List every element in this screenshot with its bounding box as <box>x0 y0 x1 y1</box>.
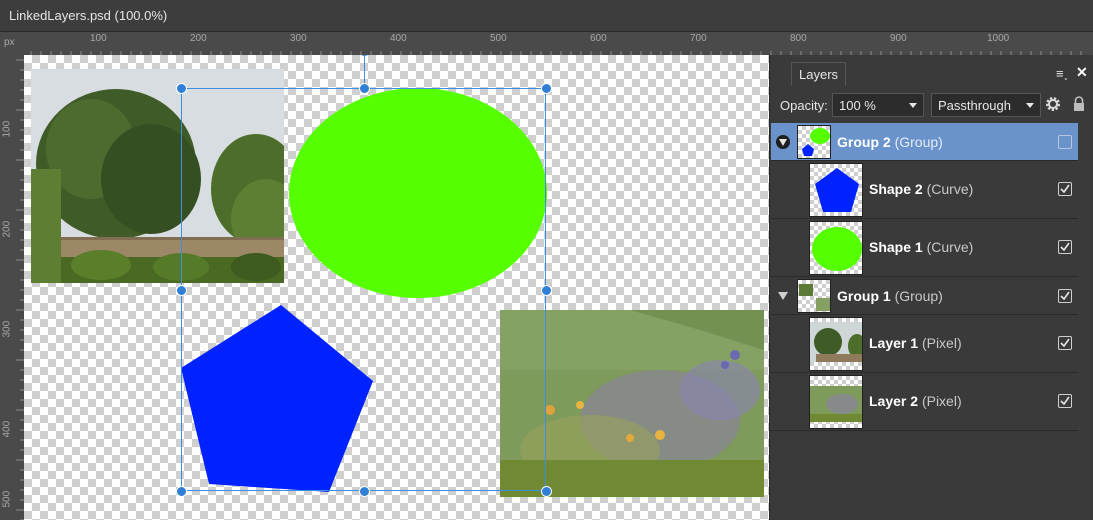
ruler-label: 400 <box>390 33 407 44</box>
selection-bounding-box[interactable] <box>181 88 546 491</box>
ruler-label: 200 <box>190 33 207 44</box>
handle-top-center[interactable] <box>359 83 370 94</box>
vertical-ruler[interactable]: 100 200 300 400 500 <box>0 55 24 520</box>
handle-top-right[interactable] <box>541 83 552 94</box>
layer-row-shape-1[interactable]: Shape 1 (Curve) <box>771 219 1078 277</box>
gear-icon[interactable] <box>1044 95 1062 113</box>
layer-name: Group 1 (Group) <box>837 288 943 304</box>
expand-triangle-icon[interactable] <box>776 135 790 149</box>
layer-name: Group 2 (Group) <box>837 134 943 150</box>
ruler-label: 700 <box>690 33 707 44</box>
visibility-checkbox[interactable] <box>1058 135 1072 149</box>
tab-layers[interactable]: Layers <box>791 62 847 86</box>
chevron-down-icon <box>909 103 917 108</box>
layer-row-layer-2[interactable]: Layer 2 (Pixel) <box>771 373 1078 431</box>
layer-name: Shape 1 (Curve) <box>869 239 973 255</box>
layer-name: Layer 1 (Pixel) <box>869 335 962 351</box>
group-1-thumbnail-image <box>799 284 830 311</box>
checkmark-icon <box>1060 242 1070 252</box>
opacity-dropdown[interactable]: 100 % <box>832 93 924 117</box>
layer-thumbnail <box>797 279 831 313</box>
visibility-checkbox[interactable] <box>1058 182 1072 196</box>
shape-1-thumbnail-image <box>812 227 862 271</box>
checkmark-icon <box>1060 338 1070 348</box>
layer-name-text: Layer 2 <box>869 393 919 409</box>
layer-row-group-2[interactable]: Group 2 (Group) <box>771 123 1078 161</box>
ruler-label: 500 <box>490 33 507 44</box>
ruler-unit: px <box>4 37 15 48</box>
layer-name: Shape 2 (Curve) <box>869 181 973 197</box>
horizontal-ruler[interactable]: 100 200 300 400 500 600 700 800 900 1000 <box>24 32 1093 55</box>
ruler-label: 400 <box>1 420 13 438</box>
expand-triangle-icon[interactable] <box>776 289 790 303</box>
layer-2-thumbnail-image <box>810 386 862 422</box>
handle-middle-left[interactable] <box>176 285 187 296</box>
layer-name: Layer 2 (Pixel) <box>869 393 962 409</box>
layer-type-text: (Group) <box>894 288 943 304</box>
group-2-thumbnail-image <box>802 128 830 156</box>
layer-name-text: Shape 2 <box>869 181 923 197</box>
layer-thumbnail <box>809 317 863 371</box>
layer-name-text: Group 2 <box>837 134 891 150</box>
ruler-label: 100 <box>90 33 107 44</box>
panel-menu-icon[interactable]: ≡˯ <box>1056 66 1068 81</box>
layer-type-text: (Curve) <box>926 239 974 255</box>
layer-type-text: (Pixel) <box>921 393 962 409</box>
handle-bottom-center[interactable] <box>359 486 370 497</box>
close-icon[interactable]: ✕ <box>1076 64 1088 81</box>
shape-2-thumbnail-image <box>815 168 859 212</box>
handle-bottom-right[interactable] <box>541 486 552 497</box>
ruler-label: 1000 <box>987 33 1010 44</box>
layer-row-group-1[interactable]: Group 1 (Group) <box>771 277 1078 315</box>
visibility-checkbox[interactable] <box>1058 240 1072 254</box>
visibility-checkbox[interactable] <box>1058 394 1072 408</box>
opacity-label: Opacity: <box>780 98 828 113</box>
ruler-label: 500 <box>1 490 13 508</box>
ruler-label: 800 <box>790 33 807 44</box>
layer-row-layer-1[interactable]: Layer 1 (Pixel) <box>771 315 1078 373</box>
layer-thumbnail <box>809 221 863 275</box>
document-title: LinkedLayers.psd (100.0%) <box>9 8 168 23</box>
ruler-label: 300 <box>1 320 13 338</box>
handle-middle-right[interactable] <box>541 285 552 296</box>
blend-mode-value: Passthrough <box>938 98 1011 113</box>
handle-bottom-left[interactable] <box>176 486 187 497</box>
layer-thumbnail <box>809 163 863 217</box>
layer-type-text: (Pixel) <box>921 335 962 351</box>
layer-name-text: Layer 1 <box>869 335 919 351</box>
lock-icon[interactable] <box>1072 95 1086 113</box>
layer-thumbnail <box>809 375 863 429</box>
ruler-label: 900 <box>890 33 907 44</box>
ruler-label: 600 <box>590 33 607 44</box>
ruler-corner: px <box>0 32 24 55</box>
ruler-label: 100 <box>1 120 13 138</box>
layer-name-text: Group 1 <box>837 288 891 304</box>
checkmark-icon <box>1060 396 1070 406</box>
layer-type-text: (Curve) <box>926 181 974 197</box>
ruler-label: 200 <box>1 220 13 238</box>
visibility-checkbox[interactable] <box>1058 289 1072 303</box>
layer-name-text: Shape 1 <box>869 239 923 255</box>
title-bar: LinkedLayers.psd (100.0%) <box>0 0 1093 32</box>
checkmark-icon <box>1060 184 1070 194</box>
opacity-value: 100 % <box>839 98 876 113</box>
handle-top-left[interactable] <box>176 83 187 94</box>
layers-panel: Layers ≡˯ ✕ Opacity: 100 % Passthrough G… <box>769 55 1093 520</box>
horizontal-ruler-ticks <box>30 51 1082 55</box>
chevron-down-icon <box>1026 103 1034 108</box>
layer-thumbnail <box>797 125 831 159</box>
blend-mode-dropdown[interactable]: Passthrough <box>931 93 1041 117</box>
layer-row-shape-2[interactable]: Shape 2 (Curve) <box>771 161 1078 219</box>
ruler-label: 300 <box>290 33 307 44</box>
layer-type-text: (Group) <box>894 134 943 150</box>
layer-1-thumbnail-image <box>810 322 862 362</box>
visibility-checkbox[interactable] <box>1058 336 1072 350</box>
panel-tab-bar: Layers ≡˯ ✕ <box>770 58 1093 89</box>
checkmark-icon <box>1060 291 1070 301</box>
canvas-area[interactable] <box>24 55 769 520</box>
